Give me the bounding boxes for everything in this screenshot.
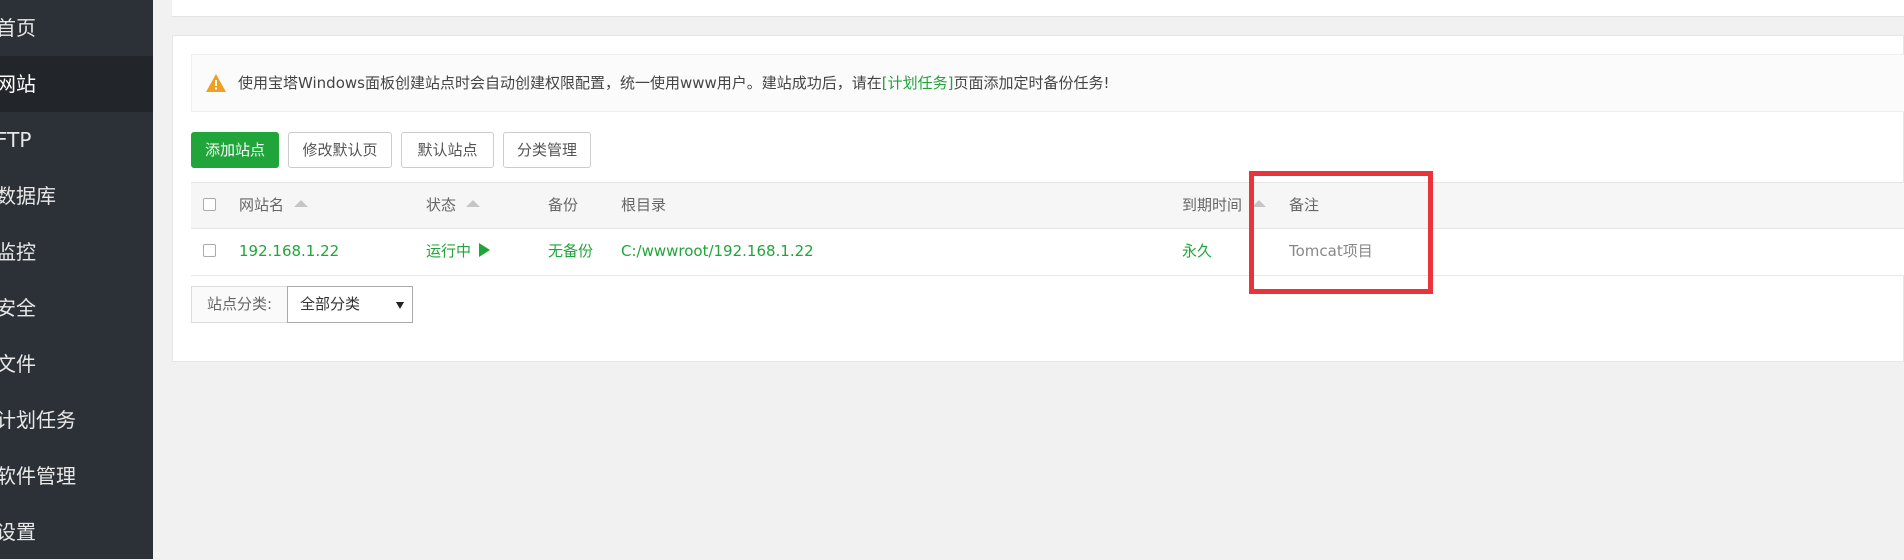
sidebar-item-files[interactable]: 文件 [0, 336, 153, 392]
site-table: 网站名 状态 备份 根目录 到期时间 备注 192.168.1.22 运行中 无… [191, 182, 1904, 276]
sort-asc-icon[interactable] [466, 200, 481, 207]
default-site-button[interactable]: 默认站点 [401, 132, 494, 168]
notice-text-after: 页面添加定时备份任务! [953, 74, 1110, 92]
backup-link[interactable]: 无备份 [548, 229, 593, 274]
category-selected-value: 全部分类 [300, 295, 361, 313]
site-name-link[interactable]: 192.168.1.22 [239, 229, 339, 274]
sidebar-item-database[interactable]: 数据库 [0, 168, 153, 224]
sidebar-item-monitor[interactable]: 监控 [0, 224, 153, 280]
sidebar-item-home[interactable]: 首页 [0, 0, 153, 56]
category-manage-button[interactable]: 分类管理 [503, 132, 591, 168]
status-toggle[interactable]: 运行中 [426, 229, 491, 274]
header-backup: 备份 [548, 196, 579, 214]
add-site-button[interactable]: 添加站点 [191, 132, 279, 168]
sidebar-item-cron[interactable]: 计划任务 [0, 392, 153, 448]
site-panel: 使用宝塔Windows面板创建站点时会自动创建权限配置，统一使用www用户。建站… [172, 35, 1904, 362]
notice-text-before: 使用宝塔Windows面板创建站点时会自动创建权限配置，统一使用www用户。建站… [238, 74, 882, 92]
annotation-highlight-box [1249, 171, 1433, 294]
header-site-name[interactable]: 网站名 [239, 183, 309, 228]
row-checkbox[interactable] [203, 244, 216, 257]
sidebar-item-ftp[interactable]: FTP [0, 112, 153, 168]
top-panel [172, 0, 1904, 17]
table-header: 网站名 状态 备份 根目录 到期时间 备注 [191, 182, 1904, 229]
caret-down-icon [396, 302, 404, 309]
sort-asc-icon[interactable] [294, 200, 309, 207]
root-dir-link[interactable]: C:/wwwroot/192.168.1.22 [621, 229, 814, 274]
sidebar-item-settings[interactable]: 设置 [0, 504, 153, 560]
header-expire-label: 到期时间 [1182, 196, 1243, 214]
header-site-name-label: 网站名 [239, 196, 285, 214]
edit-default-page-button[interactable]: 修改默认页 [288, 132, 392, 168]
sidebar: 首页 网站 FTP 数据库 监控 安全 文件 计划任务 软件管理 设置 [0, 0, 153, 559]
status-text: 运行中 [426, 242, 472, 260]
header-root-dir: 根目录 [621, 196, 667, 214]
category-select[interactable]: 全部分类 [287, 286, 413, 323]
header-status-label: 状态 [426, 196, 457, 214]
select-all-checkbox[interactable] [203, 198, 216, 211]
sidebar-item-software[interactable]: 软件管理 [0, 448, 153, 504]
table-row: 192.168.1.22 运行中 无备份 C:/wwwroot/192.168.… [191, 229, 1904, 276]
notice-bar: 使用宝塔Windows面板创建站点时会自动创建权限配置，统一使用www用户。建站… [191, 54, 1904, 112]
play-icon [479, 242, 491, 257]
warning-icon [206, 74, 226, 92]
notice-text: 使用宝塔Windows面板创建站点时会自动创建权限配置，统一使用www用户。建站… [238, 55, 1110, 111]
sidebar-item-website[interactable]: 网站 [0, 56, 153, 112]
expire-link[interactable]: 永久 [1182, 229, 1212, 274]
category-label: 站点分类: [191, 286, 287, 323]
cron-task-link[interactable]: [计划任务] [882, 74, 954, 92]
sidebar-item-security[interactable]: 安全 [0, 280, 153, 336]
header-status[interactable]: 状态 [426, 183, 481, 228]
